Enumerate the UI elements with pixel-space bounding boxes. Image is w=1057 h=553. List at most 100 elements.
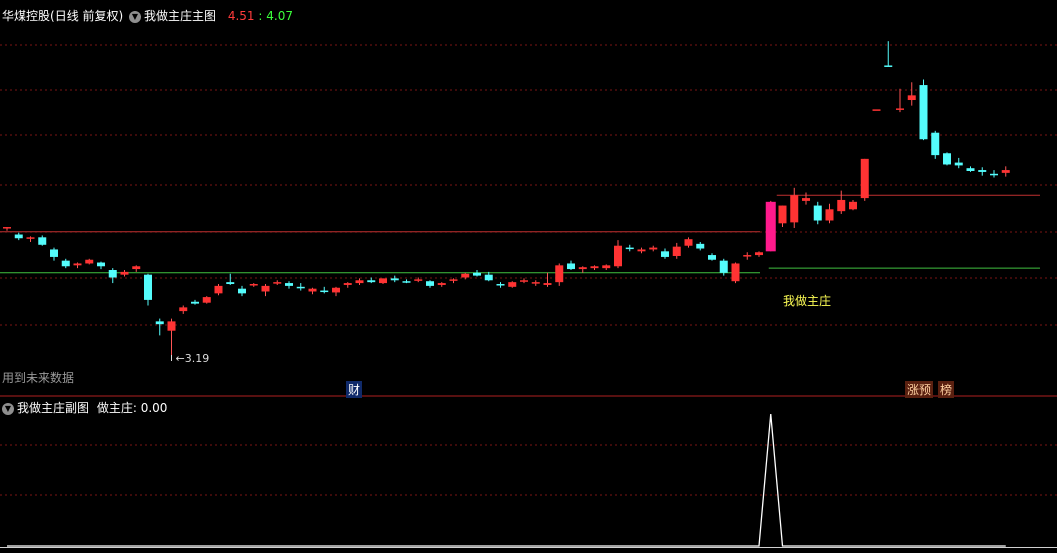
chevron-down-icon[interactable]: ▼	[129, 10, 141, 23]
candle	[696, 241, 705, 251]
candle-body	[191, 301, 199, 304]
limit-up-marker[interactable]: 涨预	[905, 381, 934, 398]
candle	[661, 248, 669, 259]
candle	[567, 260, 575, 271]
candle-body	[802, 198, 810, 201]
candle	[496, 282, 505, 288]
candle	[332, 286, 340, 297]
candle-body	[120, 271, 129, 275]
candle	[38, 235, 47, 246]
candle	[167, 318, 176, 355]
candle	[778, 205, 787, 228]
candle-body	[496, 284, 505, 286]
candle-body	[531, 282, 540, 284]
candle-body	[708, 255, 716, 260]
candle-body	[719, 260, 728, 273]
candle-body	[144, 274, 152, 300]
chevron-down-icon[interactable]: ▼	[2, 402, 14, 415]
candle-body	[872, 109, 881, 111]
candle-body	[167, 321, 176, 331]
candle	[684, 237, 693, 248]
candle	[520, 278, 528, 284]
candle-body	[931, 132, 940, 156]
candle-body	[778, 205, 787, 224]
period-label: (日线 前复权)	[50, 9, 124, 23]
main-indicator-name[interactable]: 我做主庄主图	[144, 9, 216, 23]
candle	[672, 242, 681, 259]
candle	[296, 283, 305, 291]
candle	[943, 152, 951, 166]
candle-body	[85, 259, 94, 264]
candle-body	[308, 288, 317, 292]
sub-value-label: 做主庄:	[96, 401, 137, 415]
candle-body	[943, 153, 951, 165]
finance-marker[interactable]: 财	[346, 381, 363, 398]
candle-body	[249, 284, 258, 286]
candle-body	[567, 263, 575, 270]
sub-value: 0.00	[140, 401, 168, 415]
candle-body	[238, 288, 246, 294]
candle	[437, 282, 446, 287]
candle	[202, 296, 211, 304]
candle-body	[261, 285, 270, 292]
candle	[249, 283, 258, 287]
candle	[155, 318, 164, 336]
candle	[226, 273, 235, 285]
candle-body	[543, 283, 552, 285]
candle	[508, 281, 517, 288]
candle-body	[473, 272, 481, 276]
candle-body	[978, 170, 987, 172]
candle-body	[765, 201, 776, 252]
candle-body	[484, 274, 493, 281]
rank-marker[interactable]: 榜	[938, 381, 955, 398]
candle	[273, 280, 282, 285]
candle	[555, 263, 564, 286]
candlestick-series	[3, 41, 1010, 355]
candle-body	[73, 263, 82, 266]
candle-body	[38, 237, 47, 245]
candle-body	[954, 162, 963, 166]
sub-indicator-name[interactable]: 我做主庄副图	[17, 401, 89, 415]
candle	[320, 286, 329, 294]
candle	[214, 284, 223, 296]
candle	[426, 280, 434, 288]
candle-body	[672, 246, 681, 256]
grid-lines	[0, 44, 1057, 496]
candle	[531, 280, 540, 286]
candle-body	[907, 95, 916, 101]
candle-body	[402, 281, 411, 283]
sub-header: ▼ 我做主庄副图 做主庄: 0.00	[2, 399, 167, 416]
candle	[919, 79, 928, 141]
candle	[614, 240, 622, 269]
candle	[308, 287, 317, 295]
candle-body	[919, 85, 928, 140]
candle	[743, 252, 752, 260]
value-separator: :	[258, 9, 263, 23]
candle-body	[825, 209, 834, 221]
main-indicator-header: ▼ 我做主庄主图 4.51 : 4.07	[129, 7, 293, 24]
candle-body	[437, 283, 446, 285]
candle	[708, 253, 716, 261]
candle-body	[285, 283, 293, 286]
candle	[590, 265, 599, 271]
candle	[108, 268, 117, 284]
candle-body	[3, 227, 11, 229]
candle	[954, 157, 963, 169]
candle	[343, 282, 352, 288]
candle-body	[296, 286, 305, 289]
candle-body	[637, 249, 646, 252]
candle	[837, 190, 846, 214]
stock-name[interactable]: 华煤控股	[2, 9, 50, 23]
candle-body	[461, 273, 470, 278]
candle-body	[273, 282, 282, 284]
candle	[543, 272, 552, 287]
candle-body	[684, 239, 693, 246]
candle-body	[26, 237, 35, 239]
candle	[637, 247, 646, 254]
candle	[191, 299, 199, 305]
candle	[625, 244, 634, 252]
candle-body	[155, 321, 164, 325]
candle-body	[860, 158, 869, 199]
candle-body	[990, 173, 998, 176]
candle-body	[414, 279, 423, 281]
